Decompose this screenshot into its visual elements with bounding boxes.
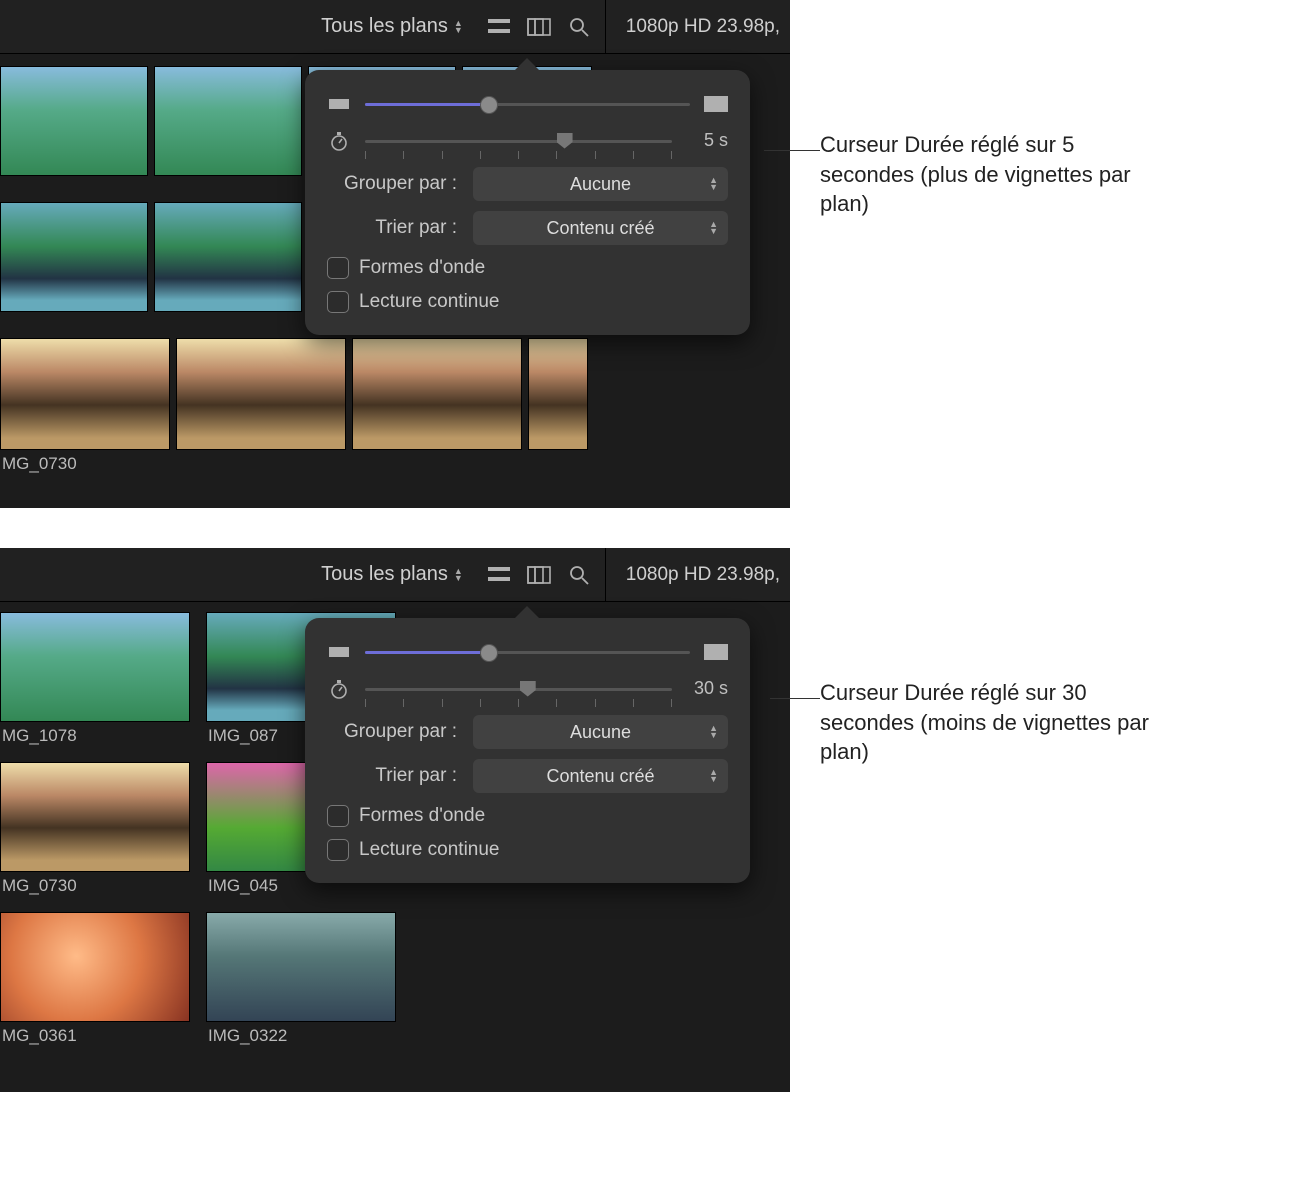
clip-item[interactable]: MG_0361 <box>0 912 190 1054</box>
chevron-updown-icon: ▲▼ <box>709 769 718 783</box>
clip-height-slider[interactable] <box>365 94 690 114</box>
clip-name-label: MG_1078 <box>0 722 190 754</box>
thumbnail[interactable] <box>0 202 148 312</box>
thumbnail[interactable] <box>0 612 190 722</box>
thumbnail[interactable] <box>206 912 396 1022</box>
thumbnail[interactable] <box>0 762 190 872</box>
clip-filter-popup[interactable]: Tous les plans ▲▼ <box>321 15 463 38</box>
duration-slider[interactable] <box>365 131 672 151</box>
search-icon[interactable] <box>565 13 593 41</box>
clip-name-label: MG_0730 <box>0 450 790 482</box>
chevron-updown-icon: ▲▼ <box>709 725 718 739</box>
browser-toolbar: Tous les plans ▲▼ 1080p HD 23.98p, <box>0 0 790 54</box>
clip-filter-label: Tous les plans <box>321 15 448 38</box>
clip-name-label: MG_0730 <box>0 872 190 904</box>
chevron-updown-icon: ▲▼ <box>709 177 718 191</box>
sort-by-value: Contenu créé <box>546 218 654 239</box>
clip-appearance-popover: 5 s Grouper par : Aucune ▲▼ Trier par : … <box>305 70 750 335</box>
search-icon[interactable] <box>565 561 593 589</box>
group-by-select[interactable]: Aucune ▲▼ <box>473 715 728 749</box>
thumbnail[interactable] <box>154 202 302 312</box>
viewer-format-text: 1080p HD 23.98p, <box>618 16 780 38</box>
group-by-value: Aucune <box>570 722 631 743</box>
clip-height-slider-row <box>327 94 728 114</box>
waveforms-checkbox[interactable] <box>327 805 349 827</box>
waveforms-checkbox[interactable] <box>327 257 349 279</box>
clip-height-slider-row <box>327 642 728 662</box>
filmstrip-row[interactable] <box>0 338 790 450</box>
clip-appearance-popover: 30 s Grouper par : Aucune ▲▼ Trier par :… <box>305 618 750 883</box>
clip-name-label: IMG_0322 <box>206 1022 396 1054</box>
waveforms-label: Formes d'onde <box>359 257 485 279</box>
continuous-playback-checkbox[interactable] <box>327 291 349 313</box>
continuous-playback-label: Lecture continue <box>359 291 500 313</box>
duration-value: 30 s <box>686 678 728 699</box>
thumbnail[interactable] <box>176 338 346 450</box>
clip-name-label: MG_0361 <box>0 1022 190 1054</box>
waveforms-label: Formes d'onde <box>359 805 485 827</box>
browser-panel: Tous les plans ▲▼ 1080p HD 23.98p, <box>0 0 790 508</box>
clip-large-icon <box>704 95 728 113</box>
chevron-updown-icon: ▲▼ <box>454 20 463 34</box>
thumbnail[interactable] <box>528 338 588 450</box>
sort-by-label: Trier par : <box>327 217 457 239</box>
sort-by-select[interactable]: Contenu créé ▲▼ <box>473 759 728 793</box>
clip-large-icon <box>704 643 728 661</box>
group-by-label: Grouper par : <box>327 173 457 195</box>
clip-height-slider[interactable] <box>365 642 690 662</box>
browser-panel: Tous les plans ▲▼ 1080p HD 23.98p, MG_10… <box>0 548 790 1092</box>
clip-small-icon <box>327 95 351 113</box>
annotation-text: Curseur Durée réglé sur 5 secondes (plus… <box>820 0 1150 219</box>
toolbar-separator <box>605 0 606 54</box>
sort-by-label: Trier par : <box>327 765 457 787</box>
group-by-select[interactable]: Aucune ▲▼ <box>473 167 728 201</box>
viewer-format-text: 1080p HD 23.98p, <box>618 564 780 586</box>
clip-item[interactable]: MG_1078 <box>0 612 190 754</box>
list-view-icon[interactable] <box>485 561 513 589</box>
sort-by-select[interactable]: Contenu créé ▲▼ <box>473 211 728 245</box>
popover-arrow <box>515 606 539 618</box>
thumbnail[interactable] <box>0 912 190 1022</box>
popover-arrow <box>515 58 539 70</box>
duration-value: 5 s <box>686 130 728 151</box>
thumbnail[interactable] <box>154 66 302 176</box>
sort-by-value: Contenu créé <box>546 766 654 787</box>
stopwatch-icon <box>327 680 351 698</box>
thumbnail[interactable] <box>0 338 170 450</box>
clip-item[interactable]: MG_0730 <box>0 762 190 904</box>
clip-appearance-icon[interactable] <box>525 13 553 41</box>
duration-slider-row: 30 s <box>327 678 728 699</box>
chevron-updown-icon: ▲▼ <box>454 568 463 582</box>
duration-slider[interactable] <box>365 679 672 699</box>
group-by-label: Grouper par : <box>327 721 457 743</box>
clip-item[interactable]: IMG_0322 <box>206 912 396 1054</box>
group-by-value: Aucune <box>570 174 631 195</box>
clip-small-icon <box>327 643 351 661</box>
chevron-updown-icon: ▲▼ <box>709 221 718 235</box>
list-view-icon[interactable] <box>485 13 513 41</box>
clip-appearance-icon[interactable] <box>525 561 553 589</box>
duration-slider-row: 5 s <box>327 130 728 151</box>
continuous-playback-label: Lecture continue <box>359 839 500 861</box>
clip-filter-label: Tous les plans <box>321 563 448 586</box>
toolbar-separator <box>605 548 606 602</box>
annotation-text: Curseur Durée réglé sur 30 secondes (moi… <box>820 548 1150 767</box>
continuous-playback-checkbox[interactable] <box>327 839 349 861</box>
stopwatch-icon <box>327 132 351 150</box>
clip-filter-popup[interactable]: Tous les plans ▲▼ <box>321 563 463 586</box>
thumbnail[interactable] <box>352 338 522 450</box>
browser-toolbar: Tous les plans ▲▼ 1080p HD 23.98p, <box>0 548 790 602</box>
thumbnail[interactable] <box>0 66 148 176</box>
